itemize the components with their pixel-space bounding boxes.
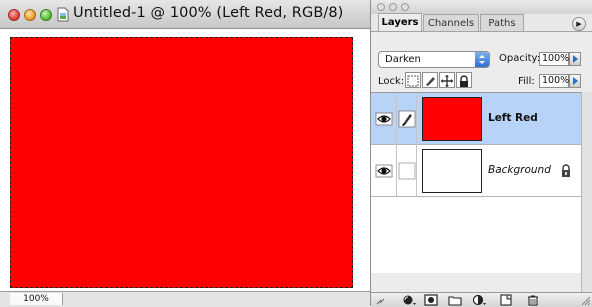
layers-palette-body: Darken Opacity: 100% Lock: Fill: 100% Le…	[371, 31, 592, 307]
layer-mask-icon[interactable]	[423, 294, 439, 306]
layer-thumbnail[interactable]	[422, 149, 482, 193]
document-titlebar[interactable]: Untitled-1 @ 100% (Left Red, RGB/8)	[0, 0, 370, 29]
new-group-icon[interactable]	[447, 294, 463, 306]
palette-minimize-button[interactable]	[389, 3, 397, 11]
layer-row-left-red[interactable]: Left Red	[371, 93, 581, 145]
opacity-slider-button[interactable]	[569, 52, 581, 66]
layers-palette-footer	[371, 292, 592, 307]
layer-visibility-toggle[interactable]	[371, 145, 397, 197]
blend-mode-select[interactable]: Darken	[378, 51, 490, 68]
eye-icon	[375, 112, 393, 126]
lock-transparent-pixels-icon[interactable]	[405, 72, 421, 88]
opacity-field[interactable]: 100%	[539, 52, 569, 66]
image-canvas[interactable]	[10, 37, 353, 288]
canvas-area[interactable]	[0, 29, 370, 291]
document-proxy-icon[interactable]	[57, 7, 69, 22]
layers-palette: Layers Channels Paths ▶ Darken Opacity: …	[370, 0, 592, 307]
lock-label: Lock:	[378, 76, 405, 87]
tab-paths[interactable]: Paths	[480, 14, 524, 31]
empty-link-box-icon	[398, 162, 416, 180]
layer-row-background[interactable]: Background	[371, 145, 581, 197]
layers-scrollbar[interactable]	[581, 92, 592, 292]
lock-all-icon[interactable]	[456, 72, 472, 88]
resize-grip-icon[interactable]	[579, 294, 591, 306]
blend-mode-value: Darken	[385, 54, 421, 65]
layer-style-icon[interactable]	[401, 294, 417, 306]
link-icon[interactable]	[375, 294, 391, 306]
adjustment-layer-icon[interactable]	[471, 294, 487, 306]
lock-icon	[562, 164, 570, 177]
lock-position-icon[interactable]	[439, 72, 455, 88]
close-window-button[interactable]	[8, 9, 20, 21]
layer-name[interactable]: Left Red	[488, 112, 538, 124]
new-layer-icon[interactable]	[498, 294, 514, 306]
palette-titlebar[interactable]	[371, 0, 592, 14]
opacity-label: Opacity:	[499, 53, 541, 64]
document-window: Untitled-1 @ 100% (Left Red, RGB/8) 100%	[0, 0, 370, 307]
zoom-level-field[interactable]: 100%	[10, 293, 63, 305]
tab-channels[interactable]: Channels	[423, 14, 479, 31]
layer-link-cell[interactable]	[397, 93, 417, 145]
fill-label: Fill:	[518, 76, 535, 87]
fill-field[interactable]: 100%	[539, 74, 569, 88]
layer-name[interactable]: Background	[488, 164, 551, 176]
layer-link-cell[interactable]	[397, 145, 417, 197]
zoom-window-button[interactable]	[40, 9, 52, 21]
eye-icon	[375, 164, 393, 178]
layers-list: Left Red Background	[371, 92, 581, 273]
brush-icon	[398, 110, 416, 128]
layer-thumbnail[interactable]	[422, 97, 482, 141]
fill-slider-button[interactable]	[569, 74, 581, 88]
tab-layers[interactable]: Layers	[378, 13, 422, 32]
select-arrows-icon	[475, 52, 489, 67]
lock-image-pixels-icon[interactable]	[422, 72, 438, 88]
document-title: Untitled-1 @ 100% (Left Red, RGB/8)	[73, 5, 344, 21]
minimize-window-button[interactable]	[24, 9, 36, 21]
palette-menu-button[interactable]: ▶	[572, 17, 586, 31]
layer-visibility-toggle[interactable]	[371, 93, 397, 145]
palette-zoom-button[interactable]	[401, 3, 409, 11]
palette-close-button[interactable]	[377, 3, 385, 11]
trash-icon[interactable]	[525, 294, 541, 306]
document-status-bar: 100%	[0, 291, 370, 307]
